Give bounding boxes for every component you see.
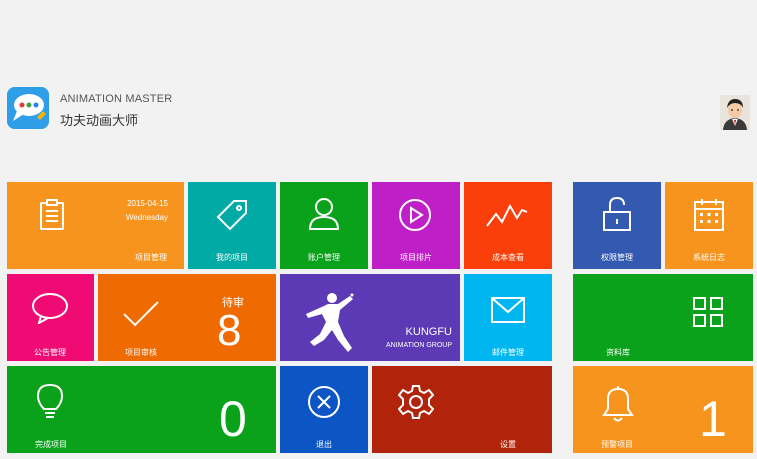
tile-label: 项目排片 bbox=[400, 253, 432, 262]
app-logo bbox=[7, 87, 49, 129]
kungfu-figure-icon bbox=[302, 292, 356, 354]
tile-label: 预警项目 bbox=[601, 440, 633, 449]
tile-system-log[interactable]: 系统日志 bbox=[665, 182, 753, 269]
envelope-icon bbox=[490, 296, 526, 324]
tile-label: 公告管理 bbox=[34, 348, 66, 357]
tile-completed-projects[interactable]: 0 完成项目 bbox=[7, 366, 276, 453]
tile-project-management[interactable]: 2015-04-15 Wednesday 项目管理 bbox=[7, 182, 184, 269]
app-title-en: ANIMATION MASTER bbox=[60, 93, 173, 105]
tile-label: 邮件管理 bbox=[492, 348, 524, 357]
tile-permission-management[interactable]: 权限管理 bbox=[573, 182, 661, 269]
tag-icon bbox=[216, 199, 248, 231]
tile-announcement-management[interactable]: 公告管理 bbox=[7, 274, 94, 361]
chat-bubble-dots-icon bbox=[7, 87, 49, 129]
tile-label: 权限管理 bbox=[601, 253, 633, 262]
tile-account-management[interactable]: 账户管理 bbox=[280, 182, 368, 269]
tile-label: 账户管理 bbox=[308, 253, 340, 262]
completed-count: 0 bbox=[219, 391, 247, 447]
user-icon bbox=[308, 197, 340, 231]
bell-icon bbox=[601, 385, 635, 423]
tile-label: 完成项目 bbox=[35, 440, 67, 449]
tile-library[interactable]: 资料库 bbox=[573, 274, 753, 361]
tile-my-projects[interactable]: 我的项目 bbox=[188, 182, 276, 269]
line-chart-icon bbox=[486, 202, 528, 228]
tile-label: 成本查看 bbox=[492, 253, 524, 262]
user-avatar-icon[interactable] bbox=[720, 95, 750, 130]
tile-settings[interactable]: 设置 bbox=[372, 366, 552, 453]
current-weekday: Wednesday bbox=[125, 213, 168, 222]
unlock-icon bbox=[601, 196, 633, 232]
tile-kungfu[interactable]: KUNGFU ANIMATION GROUP bbox=[280, 274, 460, 361]
checkmark-icon bbox=[122, 300, 160, 328]
speech-bubble-icon bbox=[31, 292, 69, 324]
tile-logout[interactable]: 退出 bbox=[280, 366, 368, 453]
tile-cost-view[interactable]: 成本查看 bbox=[464, 182, 552, 269]
gear-icon bbox=[398, 384, 434, 420]
warning-count: 1 bbox=[699, 391, 727, 447]
grid-icon bbox=[692, 296, 724, 328]
lightbulb-icon bbox=[37, 383, 63, 421]
tile-label: 我的项目 bbox=[216, 253, 248, 262]
close-circle-icon bbox=[307, 385, 341, 419]
tile-label: 资料库 bbox=[606, 348, 630, 357]
app-title-cn: 功夫动画大师 bbox=[60, 113, 139, 128]
tile-label: 项目管理 bbox=[135, 253, 167, 262]
tile-warning-projects[interactable]: 1 预警项目 bbox=[573, 366, 753, 453]
tile-label: 设置 bbox=[500, 440, 516, 449]
current-date: 2015-04-15 bbox=[127, 199, 168, 208]
tile-label: 项目审核 bbox=[125, 348, 157, 357]
tile-label: 退出 bbox=[316, 440, 332, 449]
pending-count: 8 bbox=[217, 306, 242, 355]
clipboard-icon bbox=[39, 199, 65, 231]
tile-project-review[interactable]: 待审 8 项目审核 bbox=[98, 274, 276, 361]
play-icon bbox=[398, 198, 432, 232]
tile-mail-management[interactable]: 邮件管理 bbox=[464, 274, 552, 361]
kungfu-title: KUNGFU bbox=[405, 326, 452, 338]
calendar-icon bbox=[693, 198, 725, 232]
tile-project-schedule[interactable]: 项目排片 bbox=[372, 182, 460, 269]
tile-label: 系统日志 bbox=[693, 253, 725, 262]
kungfu-subtitle: ANIMATION GROUP bbox=[386, 342, 452, 349]
